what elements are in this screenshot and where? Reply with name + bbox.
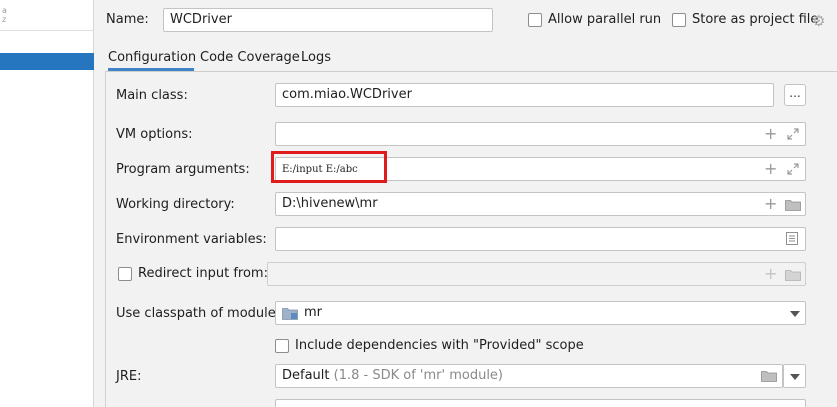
redirect-input-field <box>267 262 806 286</box>
plus-icon: + <box>764 264 778 283</box>
working-directory-label: Working directory: <box>116 197 235 212</box>
list-divider <box>0 30 94 31</box>
selected-configuration-row[interactable] <box>0 53 94 70</box>
highlight-box <box>271 151 387 183</box>
list-icon[interactable] <box>786 232 798 245</box>
expand-icon[interactable] <box>787 163 799 175</box>
tab-logs[interactable]: Logs <box>301 49 331 71</box>
name-label: Name: <box>106 12 149 27</box>
plus-icon[interactable]: + <box>764 161 777 177</box>
store-as-project-file-label: Store as project file <box>692 12 819 27</box>
jre-select[interactable]: Default (1.8 - SDK of 'mr' module) <box>275 364 783 388</box>
jre-label: JRE: <box>116 369 142 384</box>
plus-icon[interactable]: + <box>764 196 777 212</box>
jre-detail: (1.8 - SDK of 'mr' module) <box>333 368 504 383</box>
folder-icon[interactable] <box>761 370 777 382</box>
program-arguments-label: Program arguments: <box>116 162 250 177</box>
browse-button[interactable]: ... <box>784 84 806 106</box>
vm-options-input[interactable] <box>275 122 806 146</box>
classpath-module-label: Use classpath of module: <box>116 306 281 321</box>
tab-code-coverage-label: Code Coverage <box>200 50 300 65</box>
environment-variables-input[interactable] <box>275 227 806 251</box>
configuration-list-panel: az <box>0 0 94 407</box>
expand-icon[interactable] <box>787 128 799 140</box>
folder-icon <box>785 270 801 281</box>
include-provided-checkbox[interactable] <box>275 339 289 353</box>
name-input[interactable]: WCDriver <box>163 8 493 32</box>
tab-logs-label: Logs <box>301 50 331 65</box>
allow-parallel-run-label: Allow parallel run <box>548 12 662 27</box>
store-as-project-file-checkbox[interactable] <box>672 13 686 27</box>
main-class-input[interactable]: com.miao.WCDriver <box>275 83 774 107</box>
folder-icon[interactable] <box>785 199 801 211</box>
include-provided-label: Include dependencies with "Provided" sco… <box>295 338 584 353</box>
plus-icon[interactable]: + <box>764 126 777 142</box>
vm-options-label: VM options: <box>116 127 193 142</box>
chevron-down-icon[interactable] <box>790 311 800 317</box>
jre-value: Default <box>282 368 330 383</box>
gear-icon[interactable]: ⚙ <box>812 12 825 30</box>
working-directory-input[interactable]: D:\hivenew\mr <box>275 192 806 216</box>
environment-variables-label: Environment variables: <box>116 232 267 247</box>
allow-parallel-run-checkbox[interactable] <box>528 13 542 27</box>
classpath-module-value: mr <box>304 305 323 320</box>
next-row-field[interactable] <box>275 399 806 407</box>
tab-code-coverage[interactable]: Code Coverage <box>200 49 300 71</box>
main-class-label: Main class: <box>116 88 188 103</box>
tab-configuration[interactable]: Configuration <box>108 49 197 71</box>
redirect-input-checkbox[interactable] <box>118 267 132 281</box>
chevron-down-icon[interactable] <box>790 374 800 380</box>
sort-icon[interactable]: az <box>2 6 7 24</box>
tab-configuration-label: Configuration <box>108 50 197 65</box>
classpath-module-select[interactable]: mr <box>275 301 806 325</box>
redirect-input-label: Redirect input from: <box>138 266 268 281</box>
module-icon <box>282 308 298 320</box>
